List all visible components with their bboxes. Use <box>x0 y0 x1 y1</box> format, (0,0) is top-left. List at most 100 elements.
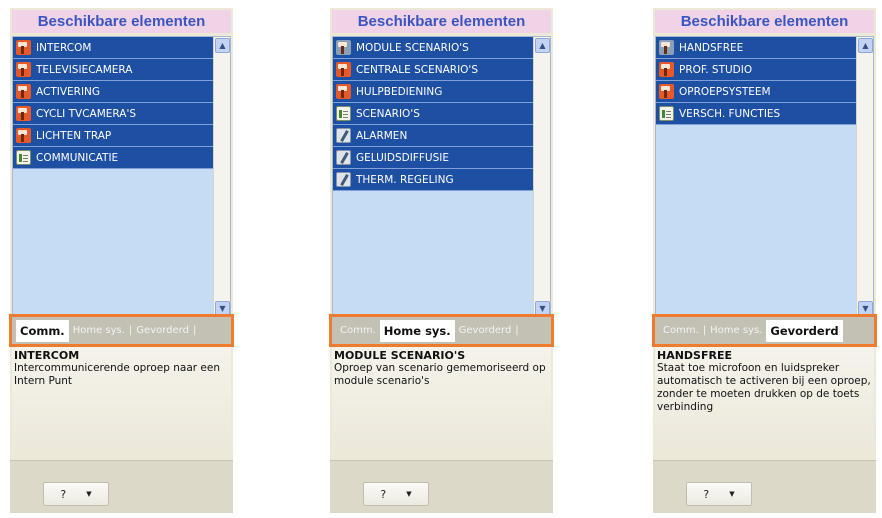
tab-comm[interactable]: Comm. <box>659 321 703 341</box>
category-tabs: Comm. | Home sys. Gevorderd <box>652 314 877 347</box>
list-item[interactable]: HANDSFREE <box>656 37 858 59</box>
panel-footer: ? ▼ <box>10 460 233 513</box>
description-text: Staat toe microfoon en luidspreker autom… <box>657 362 871 413</box>
vertical-scrollbar[interactable]: ▲ ▼ <box>533 37 550 317</box>
scroll-down-button[interactable]: ▼ <box>215 301 230 316</box>
scroll-down-button[interactable]: ▼ <box>858 301 873 316</box>
list-item[interactable]: SCENARIO'S <box>333 103 535 125</box>
document-icon <box>336 106 351 121</box>
list-item[interactable]: VERSCH. FUNCTIES <box>656 103 858 125</box>
tab-home-sys[interactable]: Home sys. <box>706 321 766 341</box>
description-title: HANDSFREE <box>657 349 732 362</box>
list-item-label: COMMUNICATIE <box>36 151 119 164</box>
flag-icon <box>336 84 351 99</box>
flag-icon <box>659 62 674 77</box>
list-item-label: TELEVISIECAMERA <box>36 63 133 76</box>
list-item[interactable]: COMMUNICATIE <box>13 147 215 169</box>
tab-home-sys[interactable]: Home sys. <box>379 319 455 342</box>
list-item-label: CYCLI TVCAMERA'S <box>36 107 137 120</box>
flag-icon <box>16 106 31 121</box>
vertical-scrollbar[interactable]: ▲ ▼ <box>856 37 873 317</box>
list-item-label: CENTRALE SCENARIO'S <box>356 63 478 76</box>
tool-icon <box>336 172 351 187</box>
list-item[interactable]: HULPBEDIENING <box>333 81 535 103</box>
list-item[interactable]: CYCLI TVCAMERA'S <box>13 103 215 125</box>
list-item[interactable]: THERM. REGELING <box>333 169 535 191</box>
flag-icon <box>16 40 31 55</box>
list-item[interactable]: ALARMEN <box>333 125 535 147</box>
tool-icon <box>336 150 351 165</box>
description-title: INTERCOM <box>14 349 80 362</box>
list-item[interactable]: OPROEPSYSTEEM <box>656 81 858 103</box>
elements-list[interactable]: INTERCOM TELEVISIECAMERA ACTIVERING CYCL… <box>12 36 231 318</box>
list-item-label: INTERCOM <box>36 41 92 54</box>
list-item[interactable]: MODULE SCENARIO'S <box>333 37 535 59</box>
tab-comm[interactable]: Comm. <box>336 321 380 341</box>
list-item[interactable]: GELUIDSDIFFUSIE <box>333 147 535 169</box>
elements-panel-home-sys: Beschikbare elementen MODULE SCENARIO'S … <box>329 8 554 513</box>
tool-icon <box>336 128 351 143</box>
list-item-label: ACTIVERING <box>36 85 101 98</box>
scroll-up-button[interactable]: ▲ <box>215 38 230 53</box>
scroll-down-button[interactable]: ▼ <box>535 301 550 316</box>
list-item-label: LICHTEN TRAP <box>36 129 112 142</box>
list-item-label: VERSCH. FUNCTIES <box>679 107 781 120</box>
dropdown-arrow-icon: ▼ <box>729 490 735 498</box>
list-item-label: HANDSFREE <box>679 41 744 54</box>
document-icon <box>16 150 31 165</box>
panel-footer: ? ▼ <box>330 460 553 513</box>
list-item-label: MODULE SCENARIO'S <box>356 41 469 54</box>
list-item[interactable]: LICHTEN TRAP <box>13 125 215 147</box>
vertical-scrollbar[interactable]: ▲ ▼ <box>213 37 230 317</box>
description-box: HANDSFREE Staat toe microfoon en luidspr… <box>655 347 874 447</box>
list-item-label: SCENARIO'S <box>356 107 420 120</box>
list-item[interactable]: ACTIVERING <box>13 81 215 103</box>
description-box: MODULE SCENARIO'S Oproep van scenario ge… <box>332 347 551 447</box>
elements-list[interactable]: HANDSFREE PROF. STUDIO OPROEPSYSTEEM VER… <box>655 36 874 318</box>
tab-gevorderd[interactable]: Gevorderd <box>132 321 193 341</box>
help-button-label: ? <box>60 487 67 501</box>
help-dropdown-button[interactable]: ? ▼ <box>43 482 109 506</box>
list-item-label: PROF. STUDIO <box>679 63 753 76</box>
elements-panel-comm: Beschikbare elementen INTERCOM TELEVISIE… <box>9 8 234 513</box>
elements-list[interactable]: MODULE SCENARIO'S CENTRALE SCENARIO'S HU… <box>332 36 551 318</box>
tab-separator: | <box>192 325 197 336</box>
list-item[interactable]: INTERCOM <box>13 37 215 59</box>
dropdown-arrow-icon: ▼ <box>406 490 412 498</box>
list-item[interactable]: TELEVISIECAMERA <box>13 59 215 81</box>
description-text: Intercommunicerende oproep naar een Inte… <box>14 362 221 387</box>
flag-icon <box>659 84 674 99</box>
flag-icon <box>659 40 674 55</box>
list-item-label: GELUIDSDIFFUSIE <box>356 151 449 164</box>
flag-icon <box>336 62 351 77</box>
help-button-label: ? <box>380 487 387 501</box>
category-tabs: Comm. Home sys. | Gevorderd | <box>9 314 234 347</box>
list-item[interactable]: PROF. STUDIO <box>656 59 858 81</box>
tab-home-sys[interactable]: Home sys. <box>69 321 129 341</box>
scroll-up-button[interactable]: ▲ <box>535 38 550 53</box>
panel-header: Beschikbare elementen <box>332 10 551 33</box>
dropdown-arrow-icon: ▼ <box>86 490 92 498</box>
flag-icon <box>336 40 351 55</box>
scroll-up-button[interactable]: ▲ <box>858 38 873 53</box>
panel-header: Beschikbare elementen <box>655 10 874 33</box>
list-item-label: HULPBEDIENING <box>356 85 443 98</box>
tab-gevorderd[interactable]: Gevorderd <box>766 319 843 342</box>
elements-panel-gevorderd: Beschikbare elementen HANDSFREE PROF. ST… <box>652 8 877 513</box>
list-item-label: OPROEPSYSTEEM <box>679 85 771 98</box>
panel-header: Beschikbare elementen <box>12 10 231 33</box>
panel-footer: ? ▼ <box>653 460 876 513</box>
list-item-label: THERM. REGELING <box>356 173 454 186</box>
flag-icon <box>16 62 31 77</box>
description-text: Oproep van scenario gememoriseerd op mod… <box>334 362 546 387</box>
help-dropdown-button[interactable]: ? ▼ <box>686 482 752 506</box>
description-title: MODULE SCENARIO'S <box>334 349 466 362</box>
flag-icon <box>16 128 31 143</box>
list-item[interactable]: CENTRALE SCENARIO'S <box>333 59 535 81</box>
list-item-label: ALARMEN <box>356 129 408 142</box>
help-button-label: ? <box>703 487 710 501</box>
help-dropdown-button[interactable]: ? ▼ <box>363 482 429 506</box>
tab-gevorderd[interactable]: Gevorderd <box>455 321 516 341</box>
tab-comm[interactable]: Comm. <box>16 319 69 342</box>
description-box: INTERCOM Intercommunicerende oproep naar… <box>12 347 231 447</box>
